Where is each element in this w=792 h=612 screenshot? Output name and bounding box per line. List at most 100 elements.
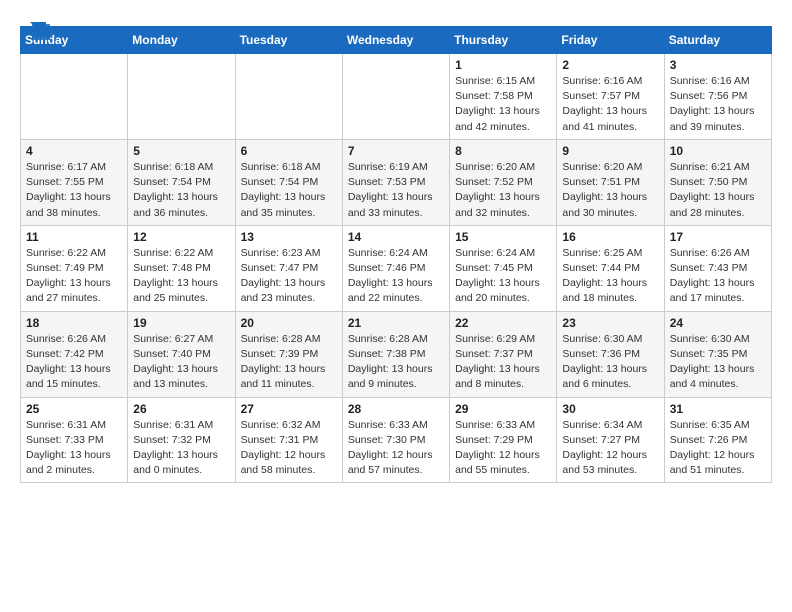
- calendar-cell: 15 Sunrise: 6:24 AMSunset: 7:45 PMDayligh…: [450, 225, 557, 311]
- calendar-cell: 10 Sunrise: 6:21 AMSunset: 7:50 PMDayligh…: [664, 139, 771, 225]
- calendar-cell: 7 Sunrise: 6:19 AMSunset: 7:53 PMDaylight…: [342, 139, 449, 225]
- calendar-cell: 3 Sunrise: 6:16 AMSunset: 7:56 PMDaylight…: [664, 54, 771, 140]
- day-number: 27: [241, 402, 337, 416]
- calendar-cell: 22Sunrise: 6:29 AMSunset: 7:37 PMDayligh…: [450, 311, 557, 397]
- day-info: Sunrise: 6:19 AMSunset: 7:53 PMDaylight:…: [348, 160, 444, 221]
- day-number: 10: [670, 144, 766, 158]
- calendar-cell: 25 Sunrise: 6:31 AMSunset: 7:33 PMDayligh…: [21, 397, 128, 483]
- calendar-cell: 9 Sunrise: 6:20 AMSunset: 7:51 PMDaylight…: [557, 139, 664, 225]
- day-info: Sunrise: 6:16 AMSunset: 7:56 PMDaylight:…: [670, 74, 766, 135]
- day-info: Sunrise: 6:33 AMSunset: 7:29 PMDaylight:…: [455, 418, 551, 479]
- day-info: Sunrise: 6:26 AMSunset: 7:42 PMDaylight:…: [26, 332, 122, 393]
- day-number: 26: [133, 402, 229, 416]
- day-number: 1: [455, 58, 551, 72]
- calendar-cell: 17 Sunrise: 6:26 AMSunset: 7:43 PMDayligh…: [664, 225, 771, 311]
- day-number: 14: [348, 230, 444, 244]
- day-info: Sunrise: 6:31 AMSunset: 7:33 PMDaylight:…: [26, 418, 122, 479]
- day-info: Sunrise: 6:16 AMSunset: 7:57 PMDaylight:…: [562, 74, 658, 135]
- calendar-cell: 4Sunrise: 6:17 AMSunset: 7:55 PMDaylight…: [21, 139, 128, 225]
- day-info: Sunrise: 6:26 AMSunset: 7:43 PMDaylight:…: [670, 246, 766, 307]
- day-info: Sunrise: 6:28 AMSunset: 7:39 PMDaylight:…: [241, 332, 337, 393]
- calendar-header-row: SundayMondayTuesdayWednesdayThursdayFrid…: [21, 27, 772, 54]
- day-number: 8: [455, 144, 551, 158]
- day-info: Sunrise: 6:32 AMSunset: 7:31 PMDaylight:…: [241, 418, 337, 479]
- day-info: Sunrise: 6:27 AMSunset: 7:40 PMDaylight:…: [133, 332, 229, 393]
- calendar-cell: 28Sunrise: 6:33 AMSunset: 7:30 PMDayligh…: [342, 397, 449, 483]
- day-number: 24: [670, 316, 766, 330]
- day-number: 15: [455, 230, 551, 244]
- calendar-cell: [235, 54, 342, 140]
- calendar-cell: 12 Sunrise: 6:22 AMSunset: 7:48 PMDayligh…: [128, 225, 235, 311]
- day-number: 3: [670, 58, 766, 72]
- day-info: Sunrise: 6:33 AMSunset: 7:30 PMDaylight:…: [348, 418, 444, 479]
- calendar-week-row: 1Sunrise: 6:15 AMSunset: 7:58 PMDaylight…: [21, 54, 772, 140]
- calendar-week-row: 18 Sunrise: 6:26 AMSunset: 7:42 PMDayligh…: [21, 311, 772, 397]
- calendar-cell: 13 Sunrise: 6:23 AMSunset: 7:47 PMDayligh…: [235, 225, 342, 311]
- calendar-cell: 1Sunrise: 6:15 AMSunset: 7:58 PMDaylight…: [450, 54, 557, 140]
- day-number: 25: [26, 402, 122, 416]
- calendar-cell: 19 Sunrise: 6:27 AMSunset: 7:40 PMDayligh…: [128, 311, 235, 397]
- day-number: 23: [562, 316, 658, 330]
- day-info: Sunrise: 6:23 AMSunset: 7:47 PMDaylight:…: [241, 246, 337, 307]
- day-number: 16: [562, 230, 658, 244]
- day-of-week-header: Monday: [128, 27, 235, 54]
- day-number: 2: [562, 58, 658, 72]
- calendar-cell: 6 Sunrise: 6:18 AMSunset: 7:54 PMDaylight…: [235, 139, 342, 225]
- calendar-cell: 18 Sunrise: 6:26 AMSunset: 7:42 PMDayligh…: [21, 311, 128, 397]
- calendar: SundayMondayTuesdayWednesdayThursdayFrid…: [20, 26, 772, 483]
- day-number: 7: [348, 144, 444, 158]
- calendar-cell: 31 Sunrise: 6:35 AMSunset: 7:26 PMDayligh…: [664, 397, 771, 483]
- day-info: Sunrise: 6:28 AMSunset: 7:38 PMDaylight:…: [348, 332, 444, 393]
- calendar-cell: 29 Sunrise: 6:33 AMSunset: 7:29 PMDayligh…: [450, 397, 557, 483]
- day-number: 21: [348, 316, 444, 330]
- calendar-week-row: 11 Sunrise: 6:22 AMSunset: 7:49 PMDayligh…: [21, 225, 772, 311]
- day-info: Sunrise: 6:34 AMSunset: 7:27 PMDaylight:…: [562, 418, 658, 479]
- calendar-cell: 2 Sunrise: 6:16 AMSunset: 7:57 PMDaylight…: [557, 54, 664, 140]
- day-of-week-header: Wednesday: [342, 27, 449, 54]
- calendar-week-row: 4Sunrise: 6:17 AMSunset: 7:55 PMDaylight…: [21, 139, 772, 225]
- calendar-cell: 14Sunrise: 6:24 AMSunset: 7:46 PMDayligh…: [342, 225, 449, 311]
- day-info: Sunrise: 6:17 AMSunset: 7:55 PMDaylight:…: [26, 160, 122, 221]
- day-info: Sunrise: 6:25 AMSunset: 7:44 PMDaylight:…: [562, 246, 658, 307]
- day-info: Sunrise: 6:20 AMSunset: 7:51 PMDaylight:…: [562, 160, 658, 221]
- day-number: 12: [133, 230, 229, 244]
- day-of-week-header: Saturday: [664, 27, 771, 54]
- calendar-cell: 23Sunrise: 6:30 AMSunset: 7:36 PMDayligh…: [557, 311, 664, 397]
- calendar-cell: 26 Sunrise: 6:31 AMSunset: 7:32 PMDayligh…: [128, 397, 235, 483]
- calendar-cell: 5 Sunrise: 6:18 AMSunset: 7:54 PMDaylight…: [128, 139, 235, 225]
- day-number: 29: [455, 402, 551, 416]
- day-info: Sunrise: 6:31 AMSunset: 7:32 PMDaylight:…: [133, 418, 229, 479]
- calendar-cell: 24 Sunrise: 6:30 AMSunset: 7:35 PMDayligh…: [664, 311, 771, 397]
- calendar-cell: 16 Sunrise: 6:25 AMSunset: 7:44 PMDayligh…: [557, 225, 664, 311]
- day-info: Sunrise: 6:35 AMSunset: 7:26 PMDaylight:…: [670, 418, 766, 479]
- calendar-cell: 21 Sunrise: 6:28 AMSunset: 7:38 PMDayligh…: [342, 311, 449, 397]
- day-number: 18: [26, 316, 122, 330]
- day-number: 13: [241, 230, 337, 244]
- day-number: 9: [562, 144, 658, 158]
- day-info: Sunrise: 6:21 AMSunset: 7:50 PMDaylight:…: [670, 160, 766, 221]
- day-number: 6: [241, 144, 337, 158]
- day-number: 5: [133, 144, 229, 158]
- calendar-cell: [342, 54, 449, 140]
- day-info: Sunrise: 6:18 AMSunset: 7:54 PMDaylight:…: [133, 160, 229, 221]
- day-number: 30: [562, 402, 658, 416]
- day-info: Sunrise: 6:22 AMSunset: 7:48 PMDaylight:…: [133, 246, 229, 307]
- calendar-cell: 27 Sunrise: 6:32 AMSunset: 7:31 PMDayligh…: [235, 397, 342, 483]
- day-of-week-header: Tuesday: [235, 27, 342, 54]
- day-number: 11: [26, 230, 122, 244]
- calendar-cell: [128, 54, 235, 140]
- day-info: Sunrise: 6:18 AMSunset: 7:54 PMDaylight:…: [241, 160, 337, 221]
- day-number: 31: [670, 402, 766, 416]
- day-number: 20: [241, 316, 337, 330]
- calendar-cell: [21, 54, 128, 140]
- calendar-cell: 20 Sunrise: 6:28 AMSunset: 7:39 PMDayligh…: [235, 311, 342, 397]
- logo-icon: [22, 20, 52, 44]
- day-number: 17: [670, 230, 766, 244]
- calendar-week-row: 25 Sunrise: 6:31 AMSunset: 7:33 PMDayligh…: [21, 397, 772, 483]
- day-info: Sunrise: 6:22 AMSunset: 7:49 PMDaylight:…: [26, 246, 122, 307]
- day-number: 22: [455, 316, 551, 330]
- day-info: Sunrise: 6:24 AMSunset: 7:45 PMDaylight:…: [455, 246, 551, 307]
- day-info: Sunrise: 6:30 AMSunset: 7:35 PMDaylight:…: [670, 332, 766, 393]
- day-number: 19: [133, 316, 229, 330]
- day-of-week-header: Thursday: [450, 27, 557, 54]
